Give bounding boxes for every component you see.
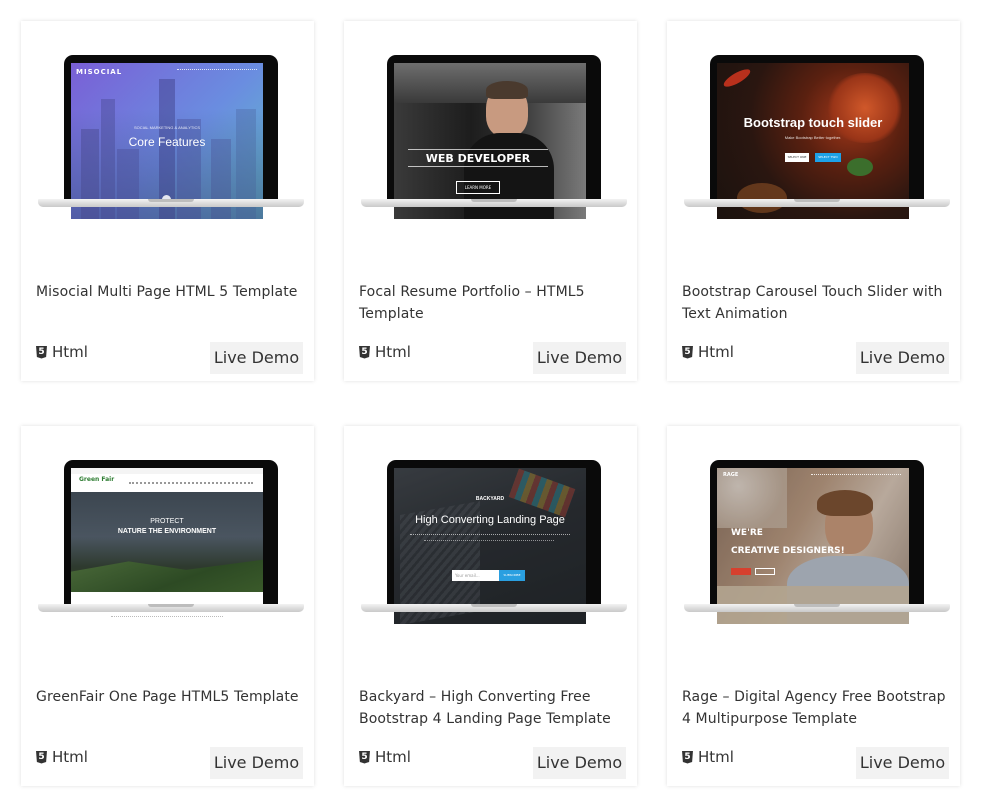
live-demo-button[interactable]: Live Demo xyxy=(856,747,949,779)
template-card: RAGE WE'RE CREATIVE DESIGNERS! Rage – Di… xyxy=(667,426,960,786)
screen-kicker: SOCIAL MARKETING & ANALYTICS xyxy=(133,125,200,130)
screen-brand: BACKYARD xyxy=(475,496,505,502)
screen-button-two: SELECT TWO xyxy=(815,153,841,162)
screen-line-one: WE'RE xyxy=(731,528,763,538)
laptop-mockup: Green Fair PROTECT NATURE THE ENVIRONMEN… xyxy=(38,460,304,646)
html5-icon: 5 xyxy=(359,345,370,359)
live-demo-button[interactable]: Live Demo xyxy=(210,342,303,374)
tech-tag: 5 Html xyxy=(36,748,88,766)
template-title[interactable]: Backyard – High Converting Free Bootstra… xyxy=(359,686,624,730)
tech-tag: 5 Html xyxy=(682,748,734,766)
template-preview-image[interactable]: BACKYARD High Converting Landing Page Yo… xyxy=(394,468,586,624)
screen-line-two: NATURE THE ENVIRONMENT xyxy=(117,528,217,535)
tech-tag: 5 Html xyxy=(36,343,88,361)
template-preview-image[interactable]: MISOCIAL SOCIAL MARKETING & ANALYTICS Co… xyxy=(71,63,263,219)
html5-icon: 5 xyxy=(36,345,47,359)
html5-icon: 5 xyxy=(36,750,47,764)
screen-brand: RAGE xyxy=(723,472,739,478)
screen-line-one: PROTECT xyxy=(150,518,184,525)
screen-subscribe-button: SUBSCRIBE xyxy=(499,570,525,581)
html5-icon: 5 xyxy=(359,750,370,764)
screen-subheading: Make Bootstrap Better together. xyxy=(784,135,842,140)
tech-tag-label: Html xyxy=(52,748,88,766)
live-demo-button[interactable]: Live Demo xyxy=(533,342,626,374)
template-preview-image[interactable]: WEB DEVELOPER LEARN MORE xyxy=(394,63,586,219)
template-card: Green Fair PROTECT NATURE THE ENVIRONMEN… xyxy=(21,426,314,786)
template-preview-image[interactable]: Bootstrap touch slider Make Bootstrap Be… xyxy=(717,63,909,219)
live-demo-button[interactable]: Live Demo xyxy=(210,747,303,779)
screen-line-two: CREATIVE DESIGNERS! xyxy=(731,546,845,556)
tech-tag-label: Html xyxy=(52,343,88,361)
laptop-mockup: BACKYARD High Converting Landing Page Yo… xyxy=(361,460,627,646)
tech-tag: 5 Html xyxy=(682,343,734,361)
tech-tag-label: Html xyxy=(375,748,411,766)
live-demo-button[interactable]: Live Demo xyxy=(533,747,626,779)
template-preview-image[interactable]: RAGE WE'RE CREATIVE DESIGNERS! xyxy=(717,468,909,624)
tech-tag-label: Html xyxy=(698,748,734,766)
screen-email-input: Your email... xyxy=(452,570,501,581)
laptop-mockup: WEB DEVELOPER LEARN MORE xyxy=(361,55,627,241)
screen-heading: Bootstrap touch slider xyxy=(743,115,883,130)
template-card: WEB DEVELOPER LEARN MORE Focal Resume Po… xyxy=(344,21,637,381)
tech-tag: 5 Html xyxy=(359,343,411,361)
html5-icon: 5 xyxy=(682,345,693,359)
template-title[interactable]: Rage – Digital Agency Free Bootstrap 4 M… xyxy=(682,686,947,730)
screen-brand: MISOCIAL xyxy=(76,68,123,76)
template-card: BACKYARD High Converting Landing Page Yo… xyxy=(344,426,637,786)
template-card: MISOCIAL SOCIAL MARKETING & ANALYTICS Co… xyxy=(21,21,314,381)
template-title[interactable]: Focal Resume Portfolio – HTML5 Template xyxy=(359,281,624,325)
template-title[interactable]: Bootstrap Carousel Touch Slider with Tex… xyxy=(682,281,947,325)
tech-tag-label: Html xyxy=(375,343,411,361)
laptop-mockup: Bootstrap touch slider Make Bootstrap Be… xyxy=(684,55,950,241)
template-card: Bootstrap touch slider Make Bootstrap Be… xyxy=(667,21,960,381)
screen-heading: Core Features xyxy=(128,135,206,149)
html5-icon: 5 xyxy=(682,750,693,764)
laptop-mockup: RAGE WE'RE CREATIVE DESIGNERS! xyxy=(684,460,950,646)
template-title[interactable]: GreenFair One Page HTML5 Template xyxy=(36,686,301,708)
tech-tag: 5 Html xyxy=(359,748,411,766)
screen-heading: WEB DEVELOPER xyxy=(425,152,531,165)
screen-button: LEARN MORE xyxy=(456,181,500,194)
live-demo-button[interactable]: Live Demo xyxy=(856,342,949,374)
laptop-mockup: MISOCIAL SOCIAL MARKETING & ANALYTICS Co… xyxy=(38,55,304,241)
tech-tag-label: Html xyxy=(698,343,734,361)
template-title[interactable]: Misocial Multi Page HTML 5 Template xyxy=(36,281,301,303)
template-preview-image[interactable]: Green Fair PROTECT NATURE THE ENVIRONMEN… xyxy=(71,468,263,624)
screen-heading: High Converting Landing Page xyxy=(415,514,565,526)
screen-brand: Green Fair xyxy=(79,476,115,483)
screen-button-one: SELECT ONE xyxy=(785,153,809,162)
